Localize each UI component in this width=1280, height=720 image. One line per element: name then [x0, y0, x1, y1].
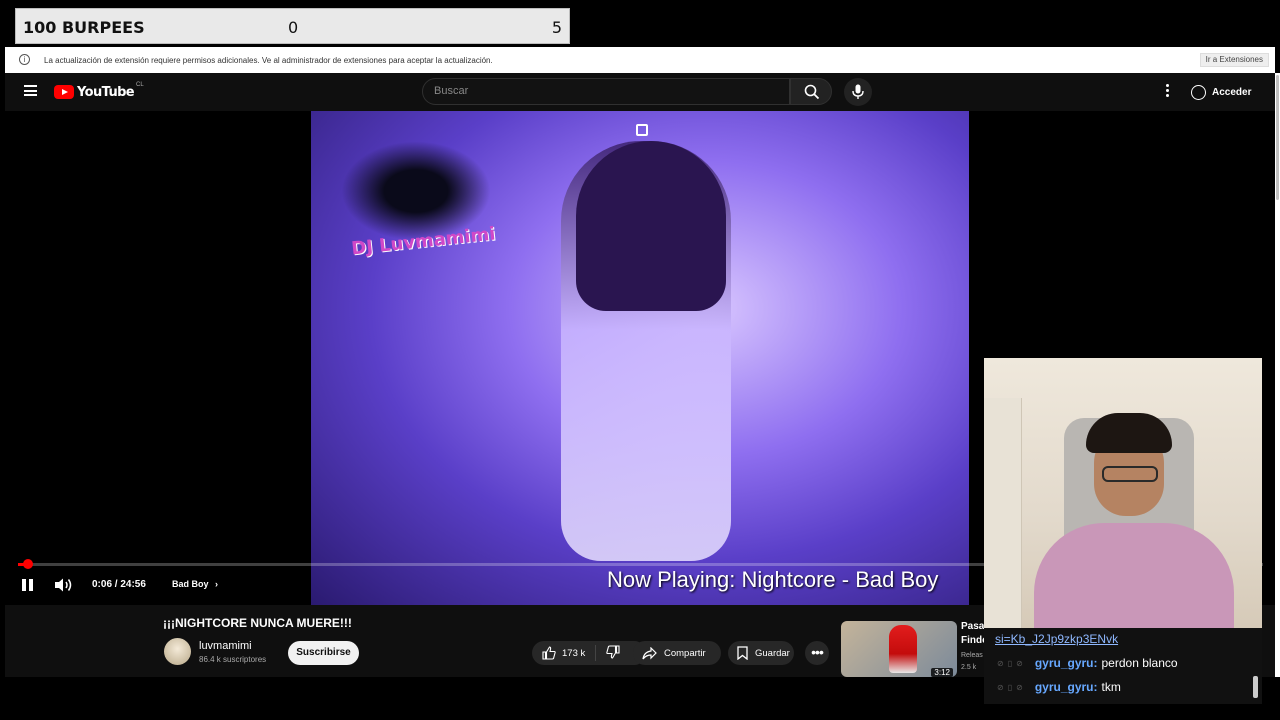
mod-icons: ⊘▯⊘ — [997, 658, 1027, 668]
chapter-button[interactable]: Bad Boy › — [172, 579, 218, 589]
progress-scrubber[interactable] — [23, 559, 33, 569]
search-button[interactable] — [790, 78, 832, 105]
share-icon — [642, 646, 657, 659]
webcam-person-hair — [1086, 413, 1172, 453]
like-count: 173 k — [562, 647, 586, 659]
info-icon: i — [19, 54, 30, 65]
burpee-counter: 100 BURPEES 0 5 — [15, 8, 570, 44]
share-label: Compartir — [664, 647, 706, 659]
stream-chat: si=Kb_J2Jp9zkp3ENvk ⊘▯⊘ gyru_gyru: perdo… — [984, 628, 1262, 704]
thumbs-up-icon — [542, 646, 556, 660]
youtube-header: YouTube CL Buscar Acceder — [5, 73, 1275, 111]
webcam-person-body — [1034, 523, 1234, 628]
like-dislike-group: 173 k — [532, 641, 646, 665]
scrollbar-thumb[interactable] — [1276, 75, 1279, 200]
chat-message: ⊘▯⊘ gyru_gyru: perdon blanco — [997, 656, 1178, 670]
search-icon — [804, 84, 820, 100]
page-scrollbar[interactable] — [1275, 73, 1280, 677]
thumbnail-figure — [889, 625, 917, 673]
streamer-webcam — [984, 358, 1262, 628]
channel-avatar[interactable] — [164, 638, 191, 665]
extension-infobar: i La actualización de extensión requiere… — [5, 47, 1275, 73]
subscriber-count: 86.4 k suscriptores — [199, 655, 267, 664]
volume-button[interactable] — [55, 578, 73, 592]
bookmark-icon — [737, 646, 748, 660]
subscribe-button[interactable]: Suscribirse — [288, 641, 359, 665]
burpee-label: 100 BURPEES — [23, 18, 145, 37]
chat-scrollbar[interactable] — [1253, 676, 1258, 698]
microphone-icon — [852, 84, 864, 99]
volume-icon — [55, 578, 72, 592]
video-title: ¡¡¡NIGHTCORE NUNCA MUERE!!! — [163, 616, 352, 630]
time-display: 0:06 / 24:56 — [92, 579, 146, 590]
signin-button[interactable]: Acceder — [1191, 81, 1251, 103]
webcam-glasses — [1102, 466, 1158, 482]
chat-text: perdon blanco — [1101, 656, 1178, 670]
dislike-button[interactable] — [596, 644, 620, 662]
account-icon — [1191, 84, 1206, 100]
burpee-goal: 5 — [551, 18, 562, 37]
mod-icons: ⊘▯⊘ — [997, 682, 1027, 692]
hamburger-menu-icon[interactable] — [24, 85, 37, 96]
signin-label: Acceder — [1212, 86, 1252, 98]
share-button[interactable]: Compartir — [633, 641, 721, 665]
related-video-thumbnail[interactable]: 3:12 — [841, 621, 957, 677]
pause-button[interactable] — [22, 579, 33, 591]
logo-text: YouTube — [77, 84, 135, 100]
burpee-count: 0 — [288, 18, 299, 37]
more-actions-icon[interactable]: ••• — [805, 641, 829, 665]
chat-message: ⊘▯⊘ gyru_gyru: tkm — [997, 680, 1121, 694]
chat-link[interactable]: si=Kb_J2Jp9zkp3ENvk — [995, 632, 1118, 646]
youtube-play-icon — [54, 85, 74, 99]
youtube-logo[interactable]: YouTube CL — [54, 82, 144, 101]
chevron-right-icon: › — [215, 579, 219, 589]
thumbs-down-icon — [606, 644, 620, 659]
chat-username[interactable]: gyru_gyru: — [1035, 656, 1098, 670]
settings-kebab-icon[interactable] — [1166, 84, 1170, 98]
save-label: Guardar — [755, 647, 790, 659]
voice-search-button[interactable] — [844, 78, 872, 106]
video-person-hair — [576, 141, 726, 311]
go-to-extensions-button[interactable]: Ir a Extensiones — [1199, 53, 1269, 67]
infobar-message: La actualización de extensión requiere p… — [44, 56, 493, 65]
region-code: CL — [136, 82, 144, 88]
video-frame: DJ Luvmamimi Now Playing: Nightcore - Ba… — [311, 111, 969, 605]
channel-name[interactable]: luvmamimi — [199, 640, 252, 652]
miniplayer-icon[interactable] — [636, 124, 648, 136]
chat-username[interactable]: gyru_gyru: — [1035, 680, 1098, 694]
like-button[interactable]: 173 k — [532, 645, 596, 661]
related-video-duration: 3:12 — [931, 668, 953, 677]
search-input[interactable]: Buscar — [422, 78, 790, 105]
save-button[interactable]: Guardar — [728, 641, 794, 665]
webcam-background-door — [984, 398, 1022, 628]
chat-text: tkm — [1101, 680, 1121, 694]
chapter-label: Bad Boy — [172, 579, 209, 589]
